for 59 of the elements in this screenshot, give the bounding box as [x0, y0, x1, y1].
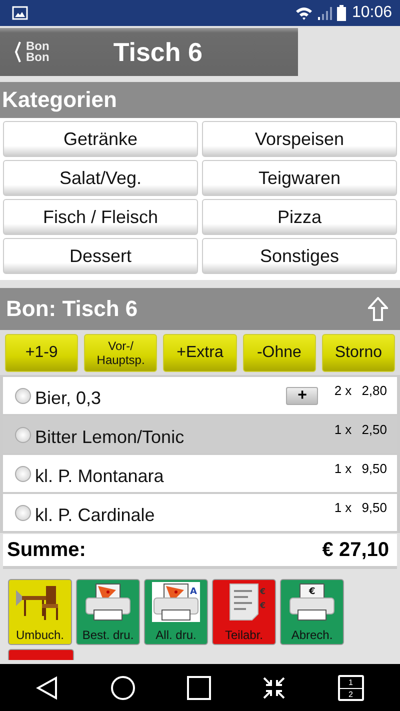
radio-button[interactable] [15, 504, 31, 520]
radio-button[interactable] [15, 388, 31, 404]
action-button[interactable]: -Ohne [242, 334, 316, 372]
chevron-left-icon [14, 41, 22, 63]
total-amount: € 27,10 [322, 538, 389, 562]
battery-icon [336, 5, 346, 21]
split-screen-icon[interactable]: 1 2 [338, 674, 364, 700]
item-quantity: 1 x [334, 461, 352, 476]
category-button[interactable]: Sonstiges [202, 238, 397, 274]
action-button[interactable]: +Extra [163, 334, 237, 372]
window-title: Tisch 6 [113, 36, 202, 68]
section-title: Bon: Tisch 6 [6, 296, 138, 322]
item-quantity: 2 x [334, 383, 352, 398]
radio-button[interactable] [15, 426, 31, 442]
printer-icon: A [152, 582, 200, 622]
item-quantity: 1 x [334, 500, 352, 515]
action-button[interactable]: +1-9 [5, 334, 78, 372]
category-button[interactable]: Teigwaren [202, 160, 397, 196]
add-button[interactable]: + [286, 386, 318, 404]
function-button[interactable]: € Abrech. [280, 579, 344, 645]
category-button[interactable]: Getränke [3, 121, 198, 157]
category-button[interactable]: Salat/Veg. [3, 160, 198, 196]
order-row[interactable]: kl. P. Montanara 1 x 9,50 [3, 455, 397, 492]
back-button[interactable]: Bon Bon [0, 41, 50, 63]
item-name: Bitter Lemon/Tonic [35, 427, 186, 448]
action-button[interactable]: Storno [322, 334, 396, 372]
back-icon[interactable] [36, 676, 58, 700]
printer-icon [84, 582, 132, 622]
function-button[interactable]: Best. dru. [76, 579, 140, 645]
function-button[interactable]: A All. dru. [144, 579, 208, 645]
item-name: Bier, 0,3 [35, 388, 102, 409]
item-price: 2,50 [362, 422, 387, 437]
image-icon [12, 6, 28, 20]
recents-icon[interactable] [186, 676, 211, 700]
signal-icon [316, 6, 333, 20]
home-icon[interactable] [110, 676, 135, 700]
wifi-icon [294, 6, 313, 20]
clock: 10:06 [352, 4, 392, 22]
category-button[interactable]: Fisch / Fleisch [3, 199, 198, 235]
item-name: kl. P. Montanara [35, 466, 165, 487]
item-name: kl. P. Cardinale [35, 505, 156, 526]
function-button[interactable] [8, 649, 74, 660]
action-button[interactable]: Vor-/ Hauptsp. [84, 334, 158, 372]
item-quantity: 1 x [334, 422, 352, 437]
function-button[interactable]: Umbuch. [8, 579, 72, 645]
order-row[interactable]: kl. P. Cardinale 1 x 9,50 [3, 494, 397, 531]
function-button[interactable]: € € Teilabr. [212, 579, 276, 645]
category-button[interactable]: Pizza [202, 199, 397, 235]
item-price: 2,80 [362, 383, 387, 398]
collapse-icon[interactable] [263, 676, 286, 698]
up-arrow-icon[interactable] [368, 297, 388, 321]
total-label: Summe: [7, 538, 86, 562]
category-button[interactable]: Vorspeisen [202, 121, 397, 157]
category-button[interactable]: Dessert [3, 238, 198, 274]
radio-button[interactable] [15, 466, 31, 482]
section-title: Kategorien [2, 87, 117, 113]
item-price: 9,50 [362, 461, 387, 476]
order-row[interactable]: Bier, 0,3 + 2 x 2,80 [3, 377, 397, 414]
item-price: 9,50 [362, 500, 387, 515]
